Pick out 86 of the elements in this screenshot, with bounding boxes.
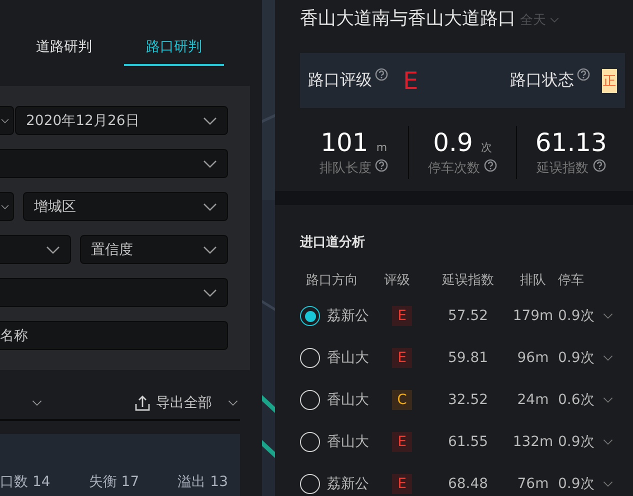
- column-header: 延误指数: [441, 272, 495, 290]
- stat-text: 口数 14: [0, 473, 50, 491]
- radio-button[interactable]: [300, 306, 320, 326]
- chevron-icon: [1, 116, 9, 124]
- chevron-icon: [603, 480, 613, 488]
- chevron-icon: [203, 116, 217, 124]
- chevron-icon: [1, 202, 9, 210]
- chevron-icon: [46, 246, 60, 254]
- radio-button[interactable]: [300, 432, 320, 452]
- table-cell: 0.9次: [558, 307, 594, 325]
- direction-cell: 荔新公: [327, 475, 369, 493]
- table-cell: 32.52: [448, 392, 488, 408]
- radio-button[interactable]: [300, 390, 320, 410]
- chevron-icon: [603, 312, 613, 320]
- select-field[interactable]: [0, 192, 14, 221]
- table-cell: 179m: [512, 308, 554, 324]
- metric-value: 101: [320, 128, 368, 157]
- status-badge: 正: [602, 68, 617, 92]
- chevron-icon: [32, 398, 42, 406]
- help-icon: [375, 68, 388, 81]
- chevron-icon: [203, 202, 217, 210]
- rating-grade: E: [403, 66, 418, 94]
- table-cell: 59.81: [448, 350, 488, 366]
- chevron-icon: [203, 160, 217, 168]
- metric-label: 停车次数: [428, 160, 480, 177]
- chevron-icon: [203, 288, 217, 296]
- metric-value: 0.9: [433, 128, 473, 157]
- tab[interactable]: 路口研判: [124, 36, 224, 66]
- metric-unit: m: [376, 141, 388, 154]
- grade-badge: E: [392, 348, 412, 368]
- table-cell: 68.48: [448, 476, 488, 492]
- chevron-icon: [228, 398, 238, 406]
- chevron-icon: [550, 16, 559, 24]
- select-field[interactable]: 2020年12月26日: [15, 106, 228, 135]
- radio-button[interactable]: [300, 474, 320, 494]
- search-field[interactable]: 名称: [0, 321, 228, 350]
- grade-badge: C: [392, 390, 412, 410]
- column-header: 停车: [558, 272, 585, 290]
- select-field[interactable]: [0, 278, 228, 307]
- table-cell: 96m: [517, 350, 549, 366]
- table-cell: 132m: [512, 434, 554, 450]
- select-field[interactable]: 置信度: [80, 235, 228, 264]
- metric-label: 延误指数: [536, 160, 589, 177]
- upload-icon: [135, 394, 150, 410]
- direction-cell: 荔新公: [327, 307, 369, 325]
- table-cell: 0.9次: [558, 433, 594, 451]
- grade-badge: E: [392, 432, 412, 452]
- select-field[interactable]: [0, 106, 14, 135]
- help-icon: [577, 68, 590, 81]
- section-title: 进口道分析: [300, 234, 366, 251]
- status-label: 路口状态: [510, 70, 574, 91]
- table-cell: 61.55: [448, 434, 488, 450]
- table-cell: 0.9次: [558, 349, 594, 367]
- table-cell: 57.52: [448, 308, 488, 324]
- export-button[interactable]: 导出全部: [135, 394, 212, 412]
- chevron-icon: [603, 354, 613, 362]
- column-header: 排队: [519, 272, 547, 290]
- rating-label: 路口评级: [308, 70, 372, 91]
- chevron-icon: [603, 438, 613, 446]
- direction-cell: 香山大: [327, 349, 369, 367]
- direction-cell: 香山大: [327, 433, 369, 451]
- direction-cell: 香山大: [327, 391, 369, 409]
- help-icon: [484, 159, 497, 172]
- metric-label: 排队长度: [319, 160, 372, 177]
- help-icon: [592, 159, 606, 172]
- stat-text: 失衡 17: [88, 473, 140, 491]
- chevron-icon: [203, 246, 217, 254]
- column-header: 评级: [383, 272, 411, 290]
- select-field[interactable]: [0, 149, 228, 178]
- metric-unit: 次: [480, 140, 492, 155]
- table-cell: 76m: [517, 476, 549, 492]
- select-field[interactable]: [0, 235, 71, 264]
- chevron-icon: [603, 396, 613, 404]
- radio-button[interactable]: [300, 348, 320, 368]
- table-cell: 0.9次: [558, 475, 594, 493]
- intersection-title: 香山大道南与香山大道路口: [300, 7, 516, 30]
- help-icon: [375, 159, 388, 172]
- grade-badge: E: [392, 306, 412, 326]
- select-field[interactable]: 增城区: [23, 192, 228, 221]
- table-cell: 0.6次: [558, 391, 594, 409]
- column-header: 路口方向: [305, 272, 359, 290]
- table-cell: 24m: [517, 392, 549, 408]
- metric-value: 61.13: [535, 128, 607, 157]
- tab[interactable]: 道路研判: [36, 36, 92, 66]
- grade-badge: E: [392, 474, 412, 494]
- stat-text: 溢出 13: [178, 473, 228, 491]
